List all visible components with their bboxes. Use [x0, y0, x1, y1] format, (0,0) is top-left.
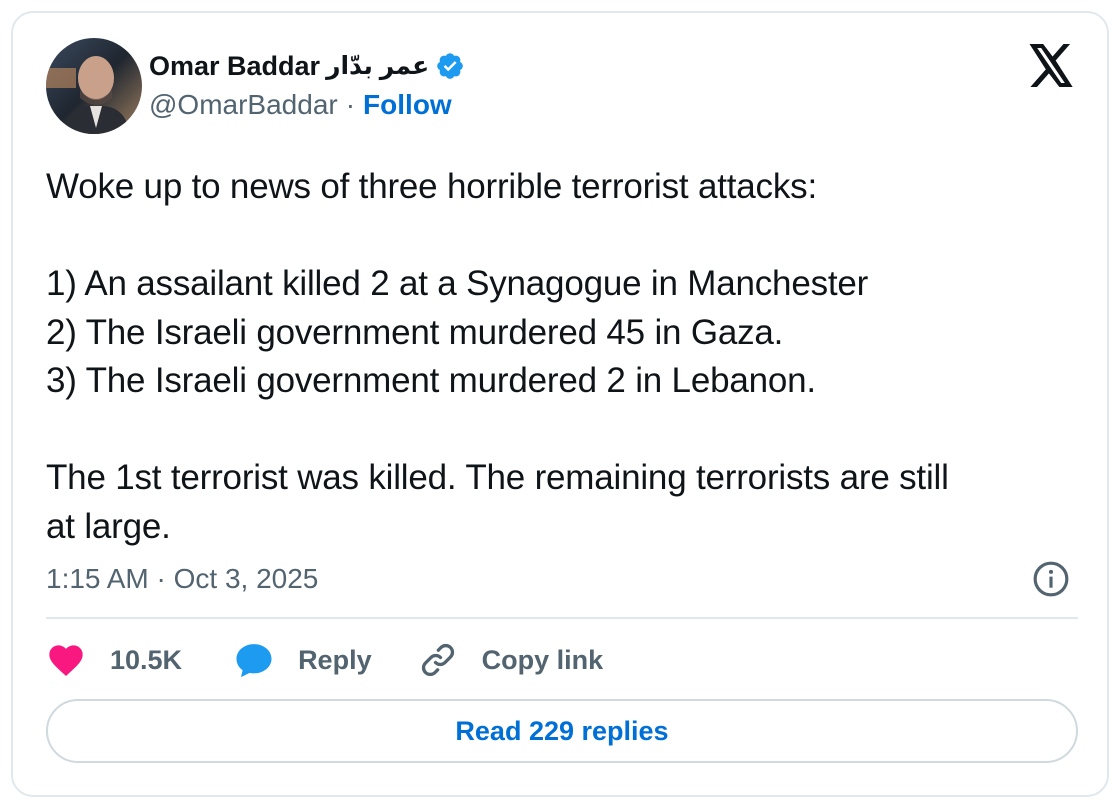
author-name-row[interactable]: Omar Baddar عمر بدّار — [149, 48, 465, 84]
timestamp[interactable]: 1:15 AM · Oct 3, 2025 — [46, 563, 318, 595]
tweet-line: Woke up to news of three horrible terror… — [46, 167, 817, 206]
tweet-line: The 1st terrorist was killed. The remain… — [46, 458, 949, 497]
follow-button[interactable]: Follow — [363, 89, 452, 121]
copy-link-label: Copy link — [481, 644, 604, 675]
display-name[interactable]: Omar Baddar — [149, 51, 320, 82]
verified-badge-icon — [437, 53, 463, 79]
link-icon — [421, 643, 454, 677]
reply-button[interactable]: Reply — [234, 640, 372, 680]
avatar[interactable] — [46, 38, 142, 134]
action-bar: 10.5K Reply Copy link — [46, 638, 603, 682]
reply-label: Reply — [298, 644, 372, 675]
x-logo-icon[interactable] — [1027, 44, 1075, 88]
handle-row: @OmarBaddar · Follow — [149, 87, 452, 123]
timestamp-row: 1:15 AM · Oct 3, 2025 — [46, 559, 318, 599]
like-button[interactable]: 10.5K — [46, 640, 182, 680]
tweet-line: 1) An assailant killed 2 at a Synagogue … — [46, 264, 869, 303]
read-replies-button[interactable]: Read 229 replies — [46, 699, 1078, 763]
divider — [46, 617, 1078, 619]
read-replies-label: Read 229 replies — [455, 715, 669, 746]
tweet-card: Omar Baddar عمر بدّار @OmarBaddar · Foll… — [11, 11, 1109, 797]
separator: · — [345, 89, 356, 120]
like-count: 10.5K — [110, 644, 183, 675]
tweet-line: 2) The Israeli government murdered 45 in… — [46, 312, 784, 352]
copy-link-button[interactable]: Copy link — [418, 640, 604, 680]
handle[interactable]: @OmarBaddar — [149, 89, 338, 121]
info-icon[interactable] — [1032, 560, 1070, 598]
reply-bubble-icon — [236, 644, 272, 678]
tweet-text: Woke up to news of three horrible terror… — [46, 163, 1086, 551]
tweet-line: 3) The Israeli government murdered 2 in … — [46, 361, 816, 400]
arabic-name[interactable]: عمر بدّار — [326, 51, 429, 81]
tweet-line: at large. — [46, 506, 171, 546]
heart-icon — [49, 645, 83, 676]
